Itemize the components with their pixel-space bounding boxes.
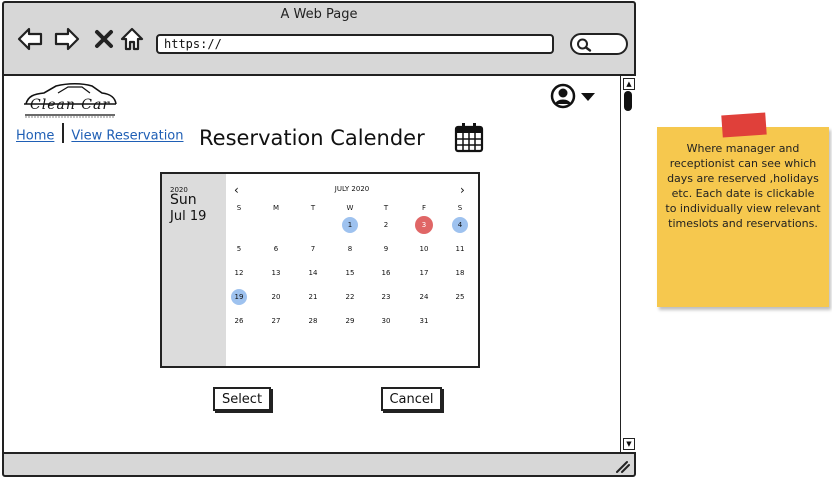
scroll-down-button[interactable]: ▼: [623, 438, 635, 450]
day-cell[interactable]: 12: [229, 263, 249, 283]
day-cell[interactable]: 24: [414, 287, 434, 307]
sticky-note: Where manager and receptionist can see w…: [657, 127, 829, 307]
weekday-label: S: [457, 204, 463, 212]
holiday-day-cell[interactable]: 3: [415, 216, 433, 234]
day-cell[interactable]: 8: [340, 239, 360, 259]
day-cell[interactable]: 7: [303, 239, 323, 259]
day-cell[interactable]: 14: [303, 263, 323, 283]
weekday-label: S: [236, 204, 242, 212]
nav-links: Home View Reservation: [16, 123, 184, 146]
day-cell[interactable]: 30: [376, 311, 396, 331]
day-cell[interactable]: 15: [340, 263, 360, 283]
day-cell: [450, 311, 470, 331]
month-view: ‹ JULY 2020 › S M T W T F S 1 2 3 4 5 6 …: [226, 174, 478, 366]
user-icon[interactable]: [550, 83, 576, 109]
url-input[interactable]: https://: [156, 34, 554, 54]
weekday-label: W: [346, 204, 354, 212]
next-month-button[interactable]: ›: [460, 183, 465, 197]
day-cell[interactable]: 28: [303, 311, 323, 331]
day-cell: [266, 215, 286, 235]
day-cell[interactable]: 25: [450, 287, 470, 307]
day-cell[interactable]: 27: [266, 311, 286, 331]
weekday-label: F: [421, 204, 427, 212]
day-cell[interactable]: 10: [414, 239, 434, 259]
view-reservation-link[interactable]: View Reservation: [71, 129, 183, 144]
close-icon: [95, 30, 113, 48]
selected-date: Jul 19: [170, 209, 207, 224]
cancel-button[interactable]: Cancel: [381, 387, 442, 411]
week-row: 1 2 3 4: [226, 215, 478, 239]
weekday-label: T: [383, 204, 389, 212]
arrow-left-icon: [17, 27, 43, 51]
month-label: JULY 2020: [334, 185, 370, 193]
scroll-thumb[interactable]: [624, 91, 632, 111]
status-bar: [4, 454, 634, 475]
select-button[interactable]: Select: [213, 387, 271, 411]
day-cell[interactable]: 31: [414, 311, 434, 331]
resize-grip-icon[interactable]: [614, 459, 630, 473]
search-icon: [577, 38, 592, 52]
weekday-label: M: [272, 204, 280, 212]
link-divider: [62, 123, 65, 143]
vertical-scrollbar[interactable]: ▲ ▼: [620, 74, 636, 454]
back-button[interactable]: [16, 25, 44, 53]
week-row: 19 20 21 22 23 24 25: [226, 287, 478, 311]
sticky-note-tape: [721, 112, 767, 138]
selected-weekday: Sun: [170, 192, 197, 208]
day-cell: [303, 215, 323, 235]
chevron-down-icon[interactable]: [580, 92, 596, 102]
sticky-note-text: Where manager and receptionist can see w…: [665, 142, 821, 230]
day-cell[interactable]: 29: [340, 311, 360, 331]
calendar-icon[interactable]: [453, 121, 485, 153]
day-cell[interactable]: 26: [229, 311, 249, 331]
weekday-header-row: S M T W T F S: [226, 201, 478, 215]
selected-day-cell[interactable]: 19: [231, 289, 247, 305]
day-grid: S M T W T F S 1 2 3 4 5 6 7 8 9 10 11 12…: [226, 201, 478, 335]
forward-button[interactable]: [53, 25, 81, 53]
day-cell[interactable]: 18: [450, 263, 470, 283]
day-cell: [229, 215, 249, 235]
day-cell[interactable]: 23: [376, 287, 396, 307]
day-cell[interactable]: 21: [303, 287, 323, 307]
stop-button[interactable]: [90, 25, 118, 53]
url-text: https://: [164, 37, 222, 51]
day-cell[interactable]: 11: [450, 239, 470, 259]
day-cell[interactable]: 20: [266, 287, 286, 307]
scroll-up-button[interactable]: ▲: [623, 78, 635, 90]
home-icon: [120, 27, 144, 51]
home-button[interactable]: [118, 25, 146, 53]
day-cell[interactable]: 22: [340, 287, 360, 307]
day-cell[interactable]: 17: [414, 263, 434, 283]
arrow-right-icon: [54, 27, 80, 51]
day-cell[interactable]: 5: [229, 239, 249, 259]
day-cell[interactable]: 16: [376, 263, 396, 283]
reserved-day-cell[interactable]: 1: [342, 217, 358, 233]
reservation-calendar: 2020 Sun Jul 19 ‹ JULY 2020 › S M T W T …: [160, 172, 480, 368]
week-row: 5 6 7 8 9 10 11: [226, 239, 478, 263]
day-cell[interactable]: 2: [376, 215, 396, 235]
weekday-label: T: [310, 204, 316, 212]
day-cell[interactable]: 13: [266, 263, 286, 283]
page-title: Reservation Calender: [199, 126, 425, 150]
selected-date-panel: 2020 Sun Jul 19: [162, 174, 226, 366]
reserved-day-cell[interactable]: 4: [452, 217, 468, 233]
logo-text: Clean Car: [30, 97, 111, 113]
window-title: A Web Page: [280, 7, 358, 22]
day-cell[interactable]: 9: [376, 239, 396, 259]
search-box[interactable]: [570, 33, 628, 55]
day-cell[interactable]: 6: [266, 239, 286, 259]
week-row: 12 13 14 15 16 17 18: [226, 263, 478, 287]
home-link[interactable]: Home: [16, 129, 54, 144]
week-row: 26 27 28 29 30 31: [226, 311, 478, 335]
